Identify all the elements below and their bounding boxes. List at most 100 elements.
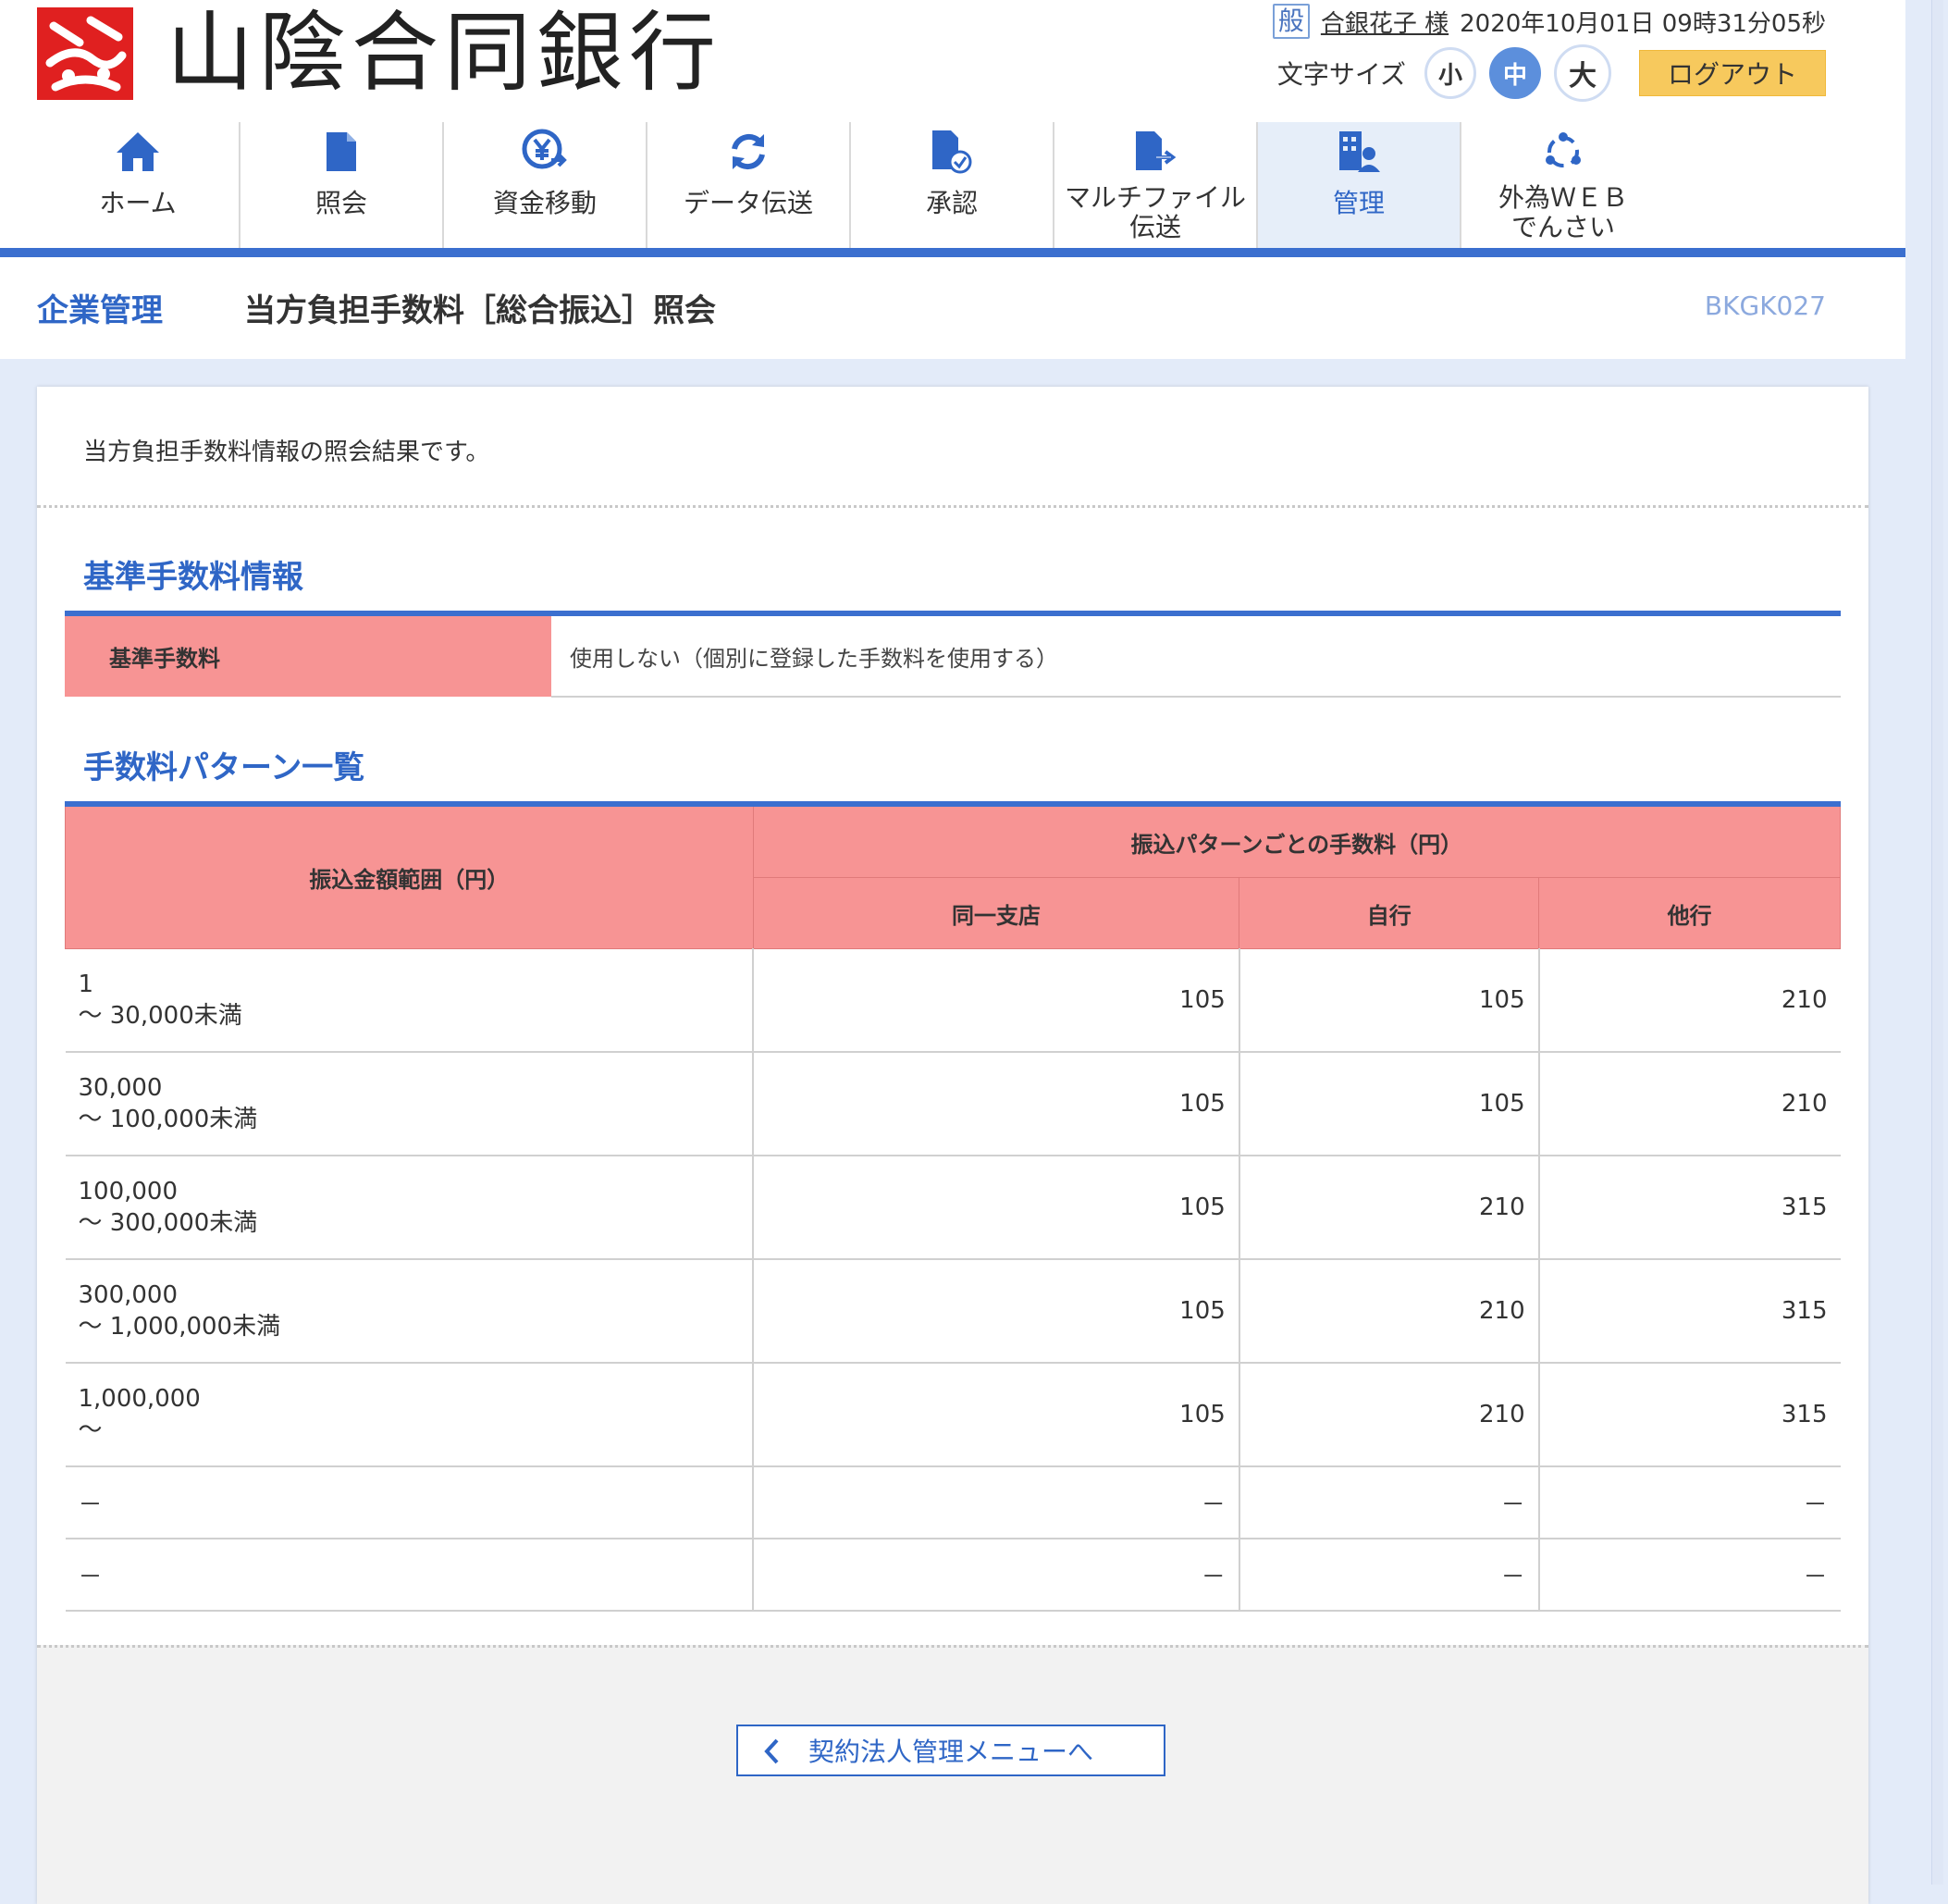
breadcrumb: 企業管理 [37,292,163,329]
table-row-empty: － － － － [65,1466,1841,1539]
fee-other-bank: 210 [1537,948,1841,1053]
nav-data-transmission-label: データ伝送 [683,188,813,218]
sync-icon [727,126,770,178]
font-size-small-button[interactable]: 小 [1424,47,1476,99]
footer-divider [37,1645,1868,1648]
nav-home[interactable]: ホーム [37,122,240,248]
pattern-list-heading: 手数料パターン一覧 [83,749,365,786]
table-row: 100,000 ～ 300,000未満 105 210 315 [65,1156,1841,1260]
nav-forex-densai-label: 外為ＷＥＢ でんさい [1498,182,1628,242]
font-size-label: 文字サイズ [1276,59,1406,90]
nav-approval-label: 承認 [925,188,978,218]
range-cell: 100,000 ～ 300,000未満 [65,1156,754,1260]
range-cell: 1,000,000 ～ [65,1363,754,1467]
fee-other-bank: 315 [1537,1259,1841,1364]
fee-same-branch: － [752,1539,1239,1612]
content-card: 当方負担手数料情報の照会結果です。 基準手数料情報 基準手数料 使用しない（個別… [37,387,1868,1904]
nav-management-label: 管理 [1332,188,1385,218]
range-to: ～ [78,1416,103,1444]
range-to: ～ 300,000未満 [78,1209,258,1237]
top-area: 山陰合同銀行 般 合銀花子 様 2020年10月01日 09時31分05秒 文字… [0,0,1905,359]
fee-own-bank: 210 [1238,1156,1539,1260]
nav-forex-densai[interactable]: 外為ＷＥＢ でんさい [1461,122,1665,248]
nav-fund-transfer[interactable]: 資金移動 [444,122,647,248]
intro-text: 当方負担手数料情報の照会結果です。 [83,439,490,466]
col-own-bank-header: 自行 [1239,877,1540,949]
table-row-empty: － － － － [65,1539,1841,1612]
range-from: 1,000,000 [78,1385,201,1413]
standard-fee-label: 基準手数料 [65,613,551,697]
logout-button[interactable]: ログアウト [1639,50,1826,96]
col-same-branch-header: 同一支店 [752,877,1240,949]
page-title: 当方負担手数料［総合振込］照会 [244,292,716,329]
font-size-medium-button[interactable]: 中 [1489,47,1541,99]
range-to: ～ 30,000未満 [78,1002,242,1030]
nav-inquiry-label: 照会 [314,188,367,218]
range-to: ～ 1,000,000未満 [78,1313,281,1341]
table-row: 1 ～ 30,000未満 105 105 210 [65,948,1841,1053]
approve-document-icon [931,126,973,178]
building-user-icon [1338,126,1380,178]
nav-management[interactable]: 管理 [1258,122,1461,248]
col-other-bank-header: 他行 [1538,877,1841,949]
fee-other-bank: 210 [1537,1052,1841,1156]
user-info: 般 合銀花子 様 2020年10月01日 09時31分05秒 [1272,4,1826,39]
nav-fund-transfer-label: 資金移動 [492,188,597,218]
nav-multifile[interactable]: マルチファイル 伝送 [1054,122,1258,248]
fee-same-branch: 105 [752,948,1239,1053]
fee-same-branch: 105 [752,1259,1239,1364]
user-name-link[interactable]: 合銀花子 様 [1321,5,1449,39]
fee-own-bank: 210 [1238,1363,1539,1467]
fee-same-branch: 105 [752,1052,1239,1156]
chevron-left-icon [762,1737,781,1772]
nav-multifile-label: マルチファイル 伝送 [1064,182,1246,242]
section-divider [37,505,1868,508]
fee-other-bank: － [1537,1539,1841,1612]
back-button-label: 契約法人管理メニューへ [808,1737,1093,1767]
user-type-badge: 般 [1272,4,1310,39]
nav-approval[interactable]: 承認 [851,122,1054,248]
standard-fee-value: 使用しない（個別に登録した手数料を使用する） [551,613,1841,698]
font-size-large-button[interactable]: 大 [1554,44,1611,102]
network-icon [1542,126,1584,178]
scrollbar-thumb[interactable] [1931,0,1943,1885]
standard-fee-table: 基準手数料 使用しない（個別に登録した手数料を使用する） [65,611,1841,698]
range-to: ～ 100,000未満 [78,1106,258,1133]
login-datetime: 2020年10月01日 09時31分05秒 [1460,9,1826,38]
range-from: 1 [78,971,94,998]
fee-own-bank: 105 [1238,1052,1539,1156]
range-from: 100,000 [78,1178,179,1205]
table-row: 1,000,000 ～ 105 210 315 [65,1363,1841,1467]
main-nav: ホーム 照会 資金移動 データ伝送 承認 マルチファイル 伝送 管理 外為ＷＥＢ… [37,122,1665,248]
nav-data-transmission[interactable]: データ伝送 [647,122,851,248]
fee-other-bank: － [1537,1466,1841,1539]
fee-own-bank: － [1238,1466,1539,1539]
range-cell: 300,000 ～ 1,000,000未満 [65,1259,754,1364]
scrollbar[interactable] [1926,0,1948,1885]
fee-same-branch: － [752,1466,1239,1539]
back-to-menu-button[interactable]: 契約法人管理メニューへ [736,1725,1165,1776]
nav-divider [0,248,1905,257]
screen-code: BKGK027 [1704,291,1826,321]
col-range-header: 振込金額範囲（円） [65,803,754,949]
fee-same-branch: 105 [752,1156,1239,1260]
bank-logo-icon[interactable] [37,7,133,100]
file-send-icon [1134,126,1177,178]
fee-other-bank: 315 [1537,1156,1841,1260]
range-cell: 30,000 ～ 100,000未満 [65,1052,754,1156]
range-from: 30,000 [78,1074,163,1102]
fee-own-bank: － [1238,1539,1539,1612]
range-from: 300,000 [78,1281,179,1309]
fee-own-bank: 105 [1238,948,1539,1053]
range-cell: 1 ～ 30,000未満 [65,948,754,1053]
table-row: 300,000 ～ 1,000,000未満 105 210 315 [65,1259,1841,1364]
fee-pattern-table: 振込金額範囲（円） 振込パターンごとの手数料（円） 同一支店 自行 他行 1 ～ … [65,801,1842,1612]
standard-fee-heading: 基準手数料情報 [83,559,303,596]
yen-transfer-icon [522,126,568,178]
fee-own-bank: 210 [1238,1259,1539,1364]
range-cell: － [65,1539,754,1612]
document-icon [325,126,358,178]
nav-home-label: ホーム [99,188,177,218]
nav-inquiry[interactable]: 照会 [240,122,444,248]
bank-name: 山陰合同銀行 [166,3,722,104]
